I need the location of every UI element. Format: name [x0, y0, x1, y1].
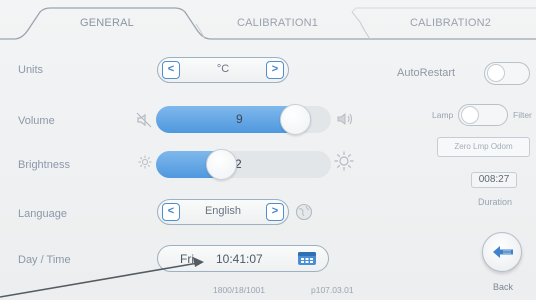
calendar-icon[interactable]: [297, 250, 317, 271]
filter-label: Filter: [513, 110, 532, 120]
units-next-button[interactable]: >: [266, 60, 284, 79]
version-right: p107.03.01: [311, 285, 354, 295]
back-arrow-icon: [493, 246, 513, 258]
tab-bar: GENERAL CALIBRATION1 CALIBRATION2: [0, 0, 536, 40]
tab-calibration1[interactable]: CALIBRATION1: [237, 17, 318, 29]
tab-calibration2[interactable]: CALIBRATION2: [410, 17, 491, 29]
language-next-button[interactable]: >: [266, 202, 284, 221]
datetime-day: Fri: [180, 252, 194, 266]
speaker-mute-icon: [136, 112, 152, 131]
volume-slider-knob[interactable]: [280, 104, 311, 135]
duration-label: Duration: [478, 197, 513, 207]
back-label: Back: [493, 282, 514, 292]
volume-slider[interactable]: 9: [156, 104, 331, 135]
zero-lamp-odometer-button[interactable]: Zero Lmp Odom: [437, 137, 530, 157]
datetime-label: Day / Time: [18, 254, 71, 266]
back-button[interactable]: [482, 232, 522, 272]
duration-value: 008:27: [471, 172, 517, 188]
lamp-filter-toggle-knob: [461, 106, 479, 124]
volume-label: Volume: [18, 115, 55, 127]
autorestart-label: AutoRestart: [397, 67, 456, 79]
autorestart-toggle-knob: [487, 64, 505, 82]
language-label: Language: [18, 208, 67, 220]
tab-general[interactable]: GENERAL: [80, 17, 134, 29]
brightness-label: Brightness: [18, 159, 70, 171]
language-value: English: [204, 205, 242, 217]
datetime-time: 10:41:07: [216, 252, 263, 266]
datetime-field[interactable]: Fri 10:41:07: [157, 245, 329, 272]
units-selector: < °C >: [157, 57, 289, 83]
volume-value: 9: [236, 112, 243, 126]
globe-icon: [295, 203, 313, 224]
lamp-label: Lamp: [432, 110, 454, 120]
brightness-slider-knob[interactable]: [206, 149, 237, 180]
version-left: 1800/18/1001: [213, 285, 265, 295]
units-label: Units: [18, 64, 44, 76]
units-value: °C: [216, 63, 230, 75]
language-prev-button[interactable]: <: [162, 202, 180, 221]
units-prev-button[interactable]: <: [162, 60, 180, 79]
autorestart-toggle[interactable]: [484, 62, 530, 85]
speaker-loud-icon: [336, 111, 356, 130]
brightness-slider[interactable]: 2: [156, 149, 331, 180]
language-selector: < English >: [157, 199, 289, 225]
sun-small-icon: [138, 155, 152, 172]
lamp-filter-toggle[interactable]: [458, 104, 508, 126]
sun-large-icon: [334, 151, 354, 174]
